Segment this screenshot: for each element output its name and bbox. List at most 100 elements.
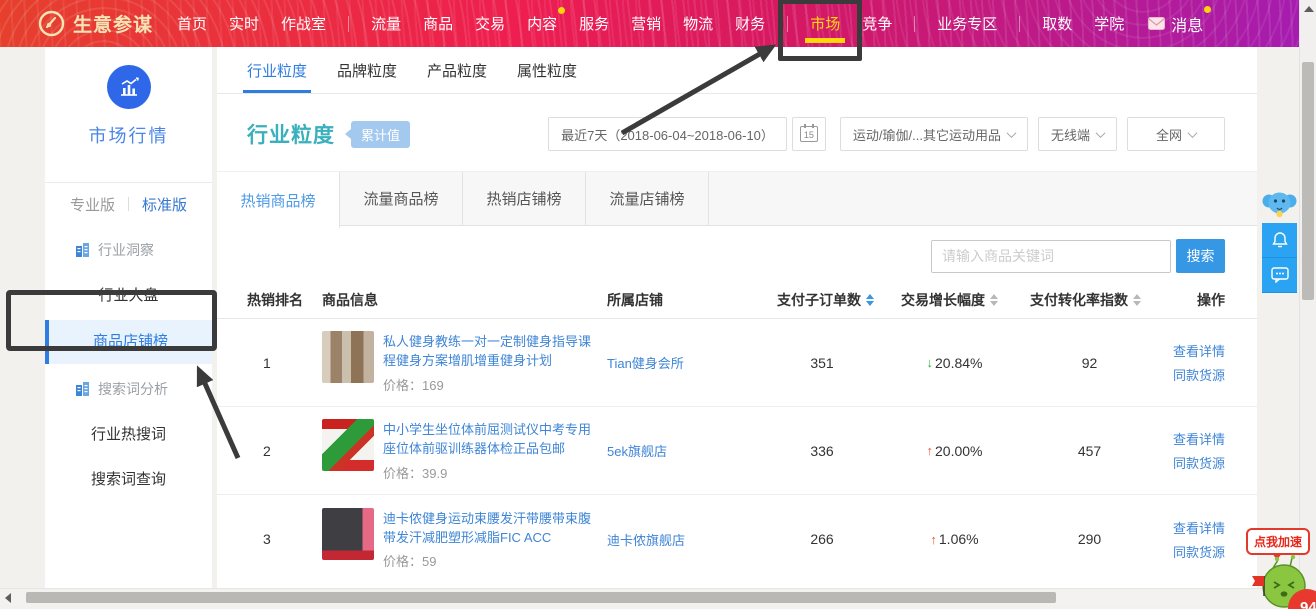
nav-item-messages-label: 消息 (1171, 12, 1203, 36)
tab-attribute-granularity[interactable]: 属性粒度 (517, 47, 577, 93)
feedback-chat-button[interactable] (1262, 258, 1297, 293)
search-input[interactable] (931, 240, 1171, 273)
product-price: 价格：39.9 (383, 463, 601, 482)
scroll-left-arrow-icon[interactable] (5, 593, 11, 603)
chat-bubble-icon (1271, 267, 1289, 283)
green-mascot-icon: 94 (1240, 552, 1316, 609)
chevron-down-icon (1096, 128, 1106, 138)
product-image[interactable] (322, 331, 374, 383)
horizontal-scrollbar-thumb[interactable] (26, 592, 1056, 603)
product-image[interactable] (322, 508, 374, 560)
nav-item-traffic[interactable]: 流量 (371, 13, 401, 34)
brand[interactable]: 生意参谋 (38, 10, 153, 37)
sidebar-item-hot-search-words[interactable]: 行业热搜词 (45, 423, 212, 444)
sidebar-title: 市场行情 (45, 122, 212, 148)
tab-traffic-shop-rank[interactable]: 流量店铺榜 (586, 172, 709, 225)
building-icon (75, 382, 90, 396)
horizontal-scrollbar[interactable] (0, 588, 1299, 606)
scroll-up-arrow-icon[interactable] (1304, 6, 1314, 12)
table-row: 1 私人健身教练一对一定制健身指导课程健身方案增肌增重健身计划 价格：169 T… (217, 319, 1257, 407)
page-title: 行业粒度 (247, 119, 335, 149)
sidebar: 市场行情 专业版 标准版 行业洞察 行业大盘 商品店铺榜 搜索词分析 行业热搜词… (45, 47, 212, 588)
tab-product-granularity[interactable]: 产品粒度 (427, 47, 487, 93)
tab-hot-shop-rank[interactable]: 热销店铺榜 (463, 172, 586, 225)
product-title-link[interactable]: 私人健身教练一对一定制健身指导课程健身方案增肌增重健身计划 (383, 333, 601, 371)
terminal-select[interactable]: 无线端 (1038, 117, 1117, 151)
nav-item-home[interactable]: 首页 (177, 13, 207, 34)
growth-value: ↑ 1.06% (887, 531, 1022, 547)
nav-item-goods[interactable]: 商品 (423, 13, 453, 34)
sidebar-item-search-word-query[interactable]: 搜索词查询 (45, 468, 212, 489)
product-title-link[interactable]: 迪卡侬健身运动束腰发汗带腰带束腹带发汗减肥塑形减脂FIC ACC (383, 510, 601, 548)
version-standard[interactable]: 标准版 (142, 194, 187, 215)
conversion-value: 92 (1022, 355, 1157, 371)
tab-hot-product-rank[interactable]: 热销商品榜 (217, 172, 340, 228)
envelope-icon (1148, 17, 1165, 30)
product-title-link[interactable]: 中小学生坐位体前屈测试仪中考专用座位体前驱训练器体检正品包邮 (383, 421, 601, 459)
vertical-scrollbar[interactable] (1299, 0, 1316, 609)
view-details-link[interactable]: 查看详情 (1173, 518, 1225, 537)
nav-item-finance[interactable]: 财务 (735, 13, 765, 34)
sidebar-item-industry-overview[interactable]: 行业大盘 (45, 284, 212, 305)
nav-item-realtime[interactable]: 实时 (229, 13, 259, 34)
header-rank: 热销排名 (247, 290, 322, 310)
sort-icon[interactable] (866, 294, 874, 306)
sort-icon[interactable] (1133, 294, 1141, 306)
notification-bell-button[interactable] (1262, 223, 1297, 258)
date-range-select[interactable]: 最近7天（2018-06-04~2018-06-10） (548, 117, 787, 151)
nav-item-business-zone[interactable]: 业务专区 (937, 13, 997, 34)
search-button[interactable]: 搜索 (1176, 239, 1225, 273)
nav-item-service[interactable]: 服务 (579, 13, 609, 34)
nav-item-academy[interactable]: 学院 (1094, 13, 1124, 34)
nav-item-data-fetch[interactable]: 取数 (1042, 13, 1072, 34)
sort-icon[interactable] (990, 294, 998, 306)
shop-link[interactable]: Tian健身会所 (607, 356, 684, 371)
view-details-link[interactable]: 查看详情 (1173, 341, 1225, 360)
compass-logo-icon (38, 10, 65, 37)
nav-item-marketing[interactable]: 营销 (631, 13, 661, 34)
calendar-icon: 15 (800, 126, 818, 142)
up-arrow-icon: ↑ (930, 532, 937, 547)
version-pro[interactable]: 专业版 (70, 194, 115, 215)
nav-item-warroom[interactable]: 作战室 (281, 13, 326, 34)
accelerator-mascot[interactable]: 点我加速 94 (1240, 524, 1316, 609)
granularity-tabs: 行业粒度 品牌粒度 产品粒度 属性粒度 (217, 47, 1257, 94)
same-supply-link[interactable]: 同款货源 (1173, 365, 1225, 384)
nav-item-trade[interactable]: 交易 (475, 13, 505, 34)
header-conversion[interactable]: 支付转化率指数 (1022, 290, 1157, 310)
nav-item-market[interactable]: 市场 (810, 13, 840, 34)
nav-item-logistics[interactable]: 物流 (683, 13, 713, 34)
sidebar-item-product-shop-rank[interactable]: 商品店铺榜 (45, 320, 212, 364)
shop-link[interactable]: 迪卡侬旗舰店 (607, 533, 685, 548)
same-supply-link[interactable]: 同款货源 (1173, 453, 1225, 472)
up-arrow-icon: ↑ (927, 443, 934, 458)
tab-industry-granularity[interactable]: 行业粒度 (247, 47, 307, 93)
date-range-value: 最近7天（2018-06-04~2018-06-10） (561, 125, 774, 144)
nav-item-competition[interactable]: 竞争 (862, 13, 892, 34)
version-switch: 专业版 标准版 (45, 183, 212, 225)
floating-widget (1262, 188, 1297, 293)
calendar-button[interactable]: 15 (792, 117, 826, 151)
header-action: 操作 (1157, 290, 1225, 310)
view-details-link[interactable]: 查看详情 (1173, 429, 1225, 448)
tab-brand-granularity[interactable]: 品牌粒度 (337, 47, 397, 93)
nav-item-content[interactable]: 内容 (527, 13, 557, 34)
tab-traffic-product-rank[interactable]: 流量商品榜 (340, 172, 463, 225)
product-image[interactable] (322, 419, 374, 471)
product-price: 价格：169 (383, 375, 601, 394)
accelerate-bubble[interactable]: 点我加速 (1246, 528, 1310, 555)
sidebar-section-industry-insight[interactable]: 行业洞察 (45, 240, 212, 260)
category-select[interactable]: 运动/瑜伽/...其它运动用品 (840, 117, 1028, 151)
network-select[interactable]: 全网 (1127, 117, 1225, 151)
nav-item-messages[interactable]: 消息 (1148, 12, 1203, 36)
shop-link[interactable]: 5ek旗舰店 (607, 444, 667, 459)
chevron-down-icon (1188, 128, 1198, 138)
vertical-scrollbar-thumb[interactable] (1302, 62, 1314, 300)
notification-dot (558, 7, 565, 14)
sidebar-section-search-analysis[interactable]: 搜索词分析 (45, 379, 212, 399)
header-growth[interactable]: 交易增长幅度 (887, 290, 1022, 310)
header-orders[interactable]: 支付子订单数 (757, 290, 887, 310)
bell-icon (1271, 231, 1289, 249)
top-navbar: 生意参谋 首页 实时 作战室 流量 商品 交易 内容 服务 营销 物流 财务 市… (0, 0, 1299, 47)
same-supply-link[interactable]: 同款货源 (1173, 542, 1225, 561)
